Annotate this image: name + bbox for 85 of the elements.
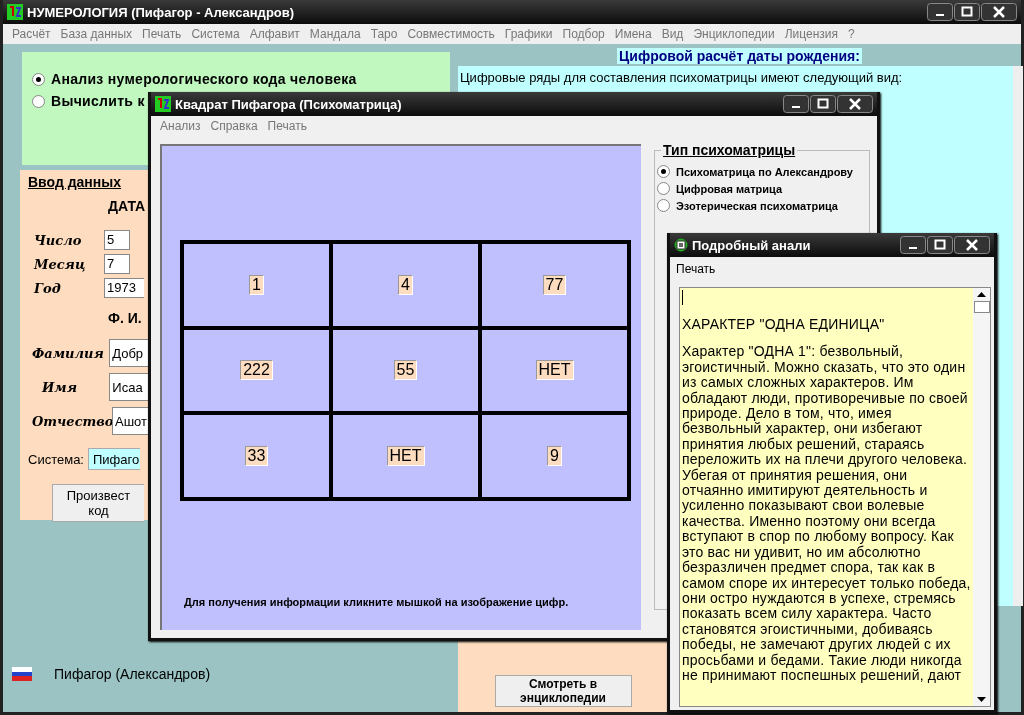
menu-item[interactable]: Таро xyxy=(365,27,403,41)
menu-item[interactable]: Печать xyxy=(137,27,187,41)
radio-label[interactable]: Эзотерическая психоматрица xyxy=(676,199,838,212)
menu-item[interactable]: Расчёт xyxy=(7,27,56,41)
input-field[interactable]: Добр xyxy=(109,339,148,367)
field-label: Система: xyxy=(28,451,84,467)
menu-item[interactable]: Совместимость xyxy=(402,27,500,41)
window-title: Подробный анали xyxy=(692,237,812,253)
menu-item[interactable]: Лицензия xyxy=(779,27,844,41)
section-title: Цифровой расчёт даты рождения: xyxy=(617,48,862,64)
field-label: Месяц xyxy=(32,256,87,272)
menu-item[interactable]: Мандала xyxy=(304,27,366,41)
radio-button[interactable] xyxy=(657,165,670,178)
field-label: Фамилия xyxy=(31,345,105,361)
digit-value[interactable]: 1 xyxy=(249,274,264,295)
input-field[interactable]: 7 xyxy=(104,254,130,274)
hint-text: Для получения информации кликните мышкой на изображение цифр. xyxy=(184,596,570,608)
close-icon[interactable] xyxy=(981,3,1017,21)
radio-button[interactable] xyxy=(32,72,45,86)
menu-item[interactable]: Справка xyxy=(205,119,263,133)
digit-value[interactable]: 9 xyxy=(547,446,562,467)
menu-item[interactable]: Вид xyxy=(656,27,689,41)
field-label: Отчество xyxy=(31,413,112,429)
digit-value[interactable]: 4 xyxy=(398,274,413,295)
radio-button[interactable] xyxy=(657,182,670,195)
radio-button[interactable] xyxy=(32,94,45,108)
maximize-icon[interactable] xyxy=(810,95,836,113)
menu-item[interactable]: База данных xyxy=(55,27,138,41)
menu-item[interactable]: Печать xyxy=(262,119,312,133)
analysis-text: Характер "ОДНА 1": безвольный, эгоистичный. Можно сказать, что это один из самых сложных характеров. Им обладают люди, противоречивые по своей природе. Дело в том, что, имея безвольный характер, они избегают принятия любых решений, стараясь переложить их на плечи другого человека. Убегая от принятия решения, они отчаянно имитируют деятельность и усиленно показывают свои волевые качества. Именно поэтому они всегда вступают в спор по любому вопросу. Как это вас ни удивит, но им абсолютно безразличен предмет спора, так как в самом споре их интересует только победа, они остро нуждаются в успехе, стремясь показать всем силу характера. Часто становятся эгоистичными, добиваясь победы, не замечают других людей с их просьбами и бедами. Такие люди никогда не принимают поспешных решений, дают xyxy=(682,344,971,684)
group-title: Тип психоматрицы xyxy=(661,142,798,158)
app-icon xyxy=(155,96,171,112)
minimize-icon[interactable] xyxy=(783,95,809,113)
field-label: Имя xyxy=(40,379,78,395)
close-icon[interactable] xyxy=(837,95,873,113)
app-icon xyxy=(7,4,23,20)
panel-title: Ввод данных xyxy=(28,174,122,190)
scroll-up-icon[interactable] xyxy=(977,292,986,297)
minimize-icon[interactable] xyxy=(927,3,953,21)
menu-item[interactable]: Подбор xyxy=(557,27,610,41)
menu-item[interactable]: Алфавит xyxy=(244,27,305,41)
close-icon[interactable] xyxy=(954,236,990,254)
digit-value[interactable]: 33 xyxy=(244,446,269,467)
window-title: НУМЕРОЛОГИЯ (Пифагор - Александров) xyxy=(27,4,296,20)
field-label: Число xyxy=(33,232,83,248)
scroll-thumb[interactable] xyxy=(973,301,990,313)
section-heading: ДАТА xyxy=(107,198,147,214)
radio-label[interactable]: Анализ нумерологического кода человека xyxy=(51,71,357,87)
menu-item[interactable]: Графики xyxy=(499,27,558,41)
menu-item[interactable]: Энциклопедии xyxy=(688,27,780,41)
maximize-icon[interactable] xyxy=(954,3,980,21)
calculation-text: Цифровые ряды для составления психоматрицы имеют следующий вид: xyxy=(460,70,903,85)
system-field[interactable]: Пифаго xyxy=(87,448,140,470)
radio-label[interactable]: Вычислить к xyxy=(51,93,145,109)
radio-label[interactable]: Психоматрица по Александрову xyxy=(676,165,853,178)
menu-item[interactable]: Печать xyxy=(674,262,718,276)
menu-item[interactable]: Имена xyxy=(609,27,657,41)
text-cursor xyxy=(682,290,683,305)
radio-label[interactable]: Цифровая матрица xyxy=(676,182,783,195)
analysis-text-area[interactable] xyxy=(679,287,991,707)
window-title: Квадрат Пифагора (Психоматрица) xyxy=(175,96,403,112)
radio-button[interactable] xyxy=(657,199,670,212)
menu-item[interactable]: Анализ xyxy=(155,119,206,133)
digit-value[interactable]: 77 xyxy=(542,274,567,295)
flag-icon xyxy=(12,667,32,681)
input-field[interactable]: 5 xyxy=(104,230,130,250)
window-icon xyxy=(674,238,688,252)
digit-value[interactable]: 222 xyxy=(240,360,273,381)
analysis-heading: ХАРАКТЕР "ОДНА ЕДИНИЦА" xyxy=(682,317,886,333)
encyclopedia-button[interactable]: Смотреть в энциклопедии xyxy=(494,675,632,707)
input-field[interactable]: Исаа xyxy=(109,373,148,401)
status-text: Пифагор (Александров) xyxy=(54,666,211,682)
digit-value[interactable]: 55 xyxy=(393,360,418,381)
menu-item[interactable]: ? xyxy=(843,27,860,41)
calculate-button[interactable]: Произвест код xyxy=(52,484,144,522)
input-field[interactable]: Ашот xyxy=(112,407,148,435)
digit-value[interactable]: НЕТ xyxy=(386,446,425,467)
menu-item[interactable]: Система xyxy=(186,27,245,41)
input-field[interactable]: 1973 xyxy=(104,278,144,298)
section-heading: Ф. И. xyxy=(107,310,143,326)
field-label: Год xyxy=(32,280,62,296)
scroll-down-icon[interactable] xyxy=(977,697,986,702)
maximize-icon[interactable] xyxy=(927,236,953,254)
digit-value[interactable]: НЕТ xyxy=(535,360,574,381)
minimize-icon[interactable] xyxy=(900,236,926,254)
